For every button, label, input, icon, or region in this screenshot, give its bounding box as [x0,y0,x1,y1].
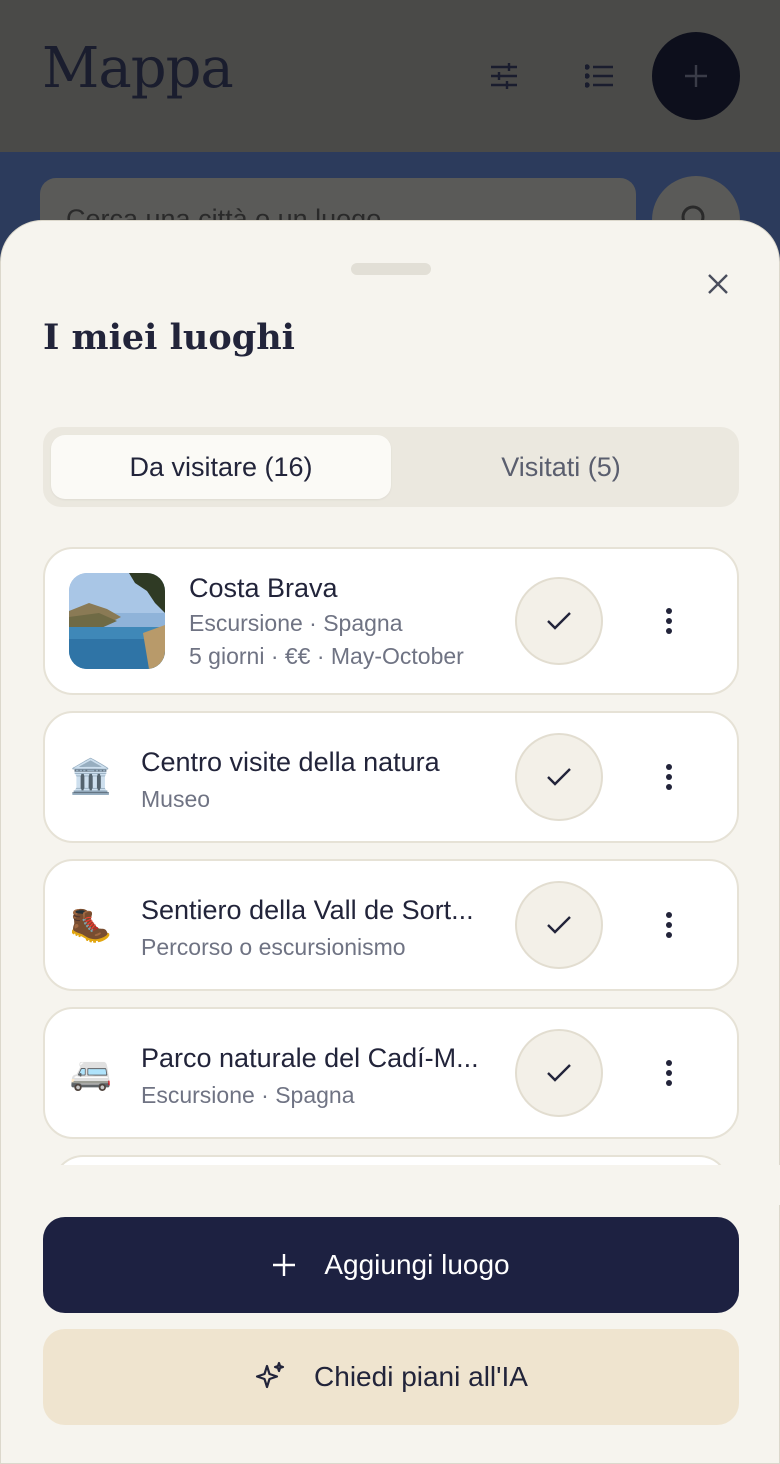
hiking-boot-icon: 🥾 [69,905,113,945]
places-bottom-sheet: I miei luoghi Da visitare (16) Visitati … [0,220,780,1464]
ask-ai-label: Chiedi piani all'IA [314,1361,528,1392]
sparkle-icon [255,1361,285,1389]
place-card[interactable]: 🚐 Parco naturale del Cadí-M... Escursion… [43,1007,739,1139]
checkmark-icon [547,916,571,934]
place-photo-thumbnail [69,573,165,669]
plus-icon [273,1254,296,1276]
add-place-label: Aggiungi luogo [324,1249,510,1280]
place-name: Parco naturale del Cadí-M... [141,1043,479,1073]
place-category: Museo [141,786,211,812]
place-category: Percorso o escursionismo [141,934,406,960]
place-category: Escursione · Spagna [189,610,403,636]
checkmark-icon [547,1064,571,1082]
more-options-button[interactable] [649,905,689,945]
close-button[interactable] [695,261,741,307]
place-details: 5 giorni · €€ · May-October [189,643,464,669]
place-name: Sentiero della Vall de Sort... [141,895,474,925]
sheet-title: I miei luoghi [43,317,295,358]
tab-visited[interactable]: Visitati (5) [391,435,731,499]
tab-to-visit[interactable]: Da visitare (16) [51,435,391,499]
drag-handle[interactable] [351,263,431,275]
more-vertical-icon [666,608,672,634]
tab-bar: Da visitare (16) Visitati (5) [43,427,739,507]
more-vertical-icon [666,764,672,790]
filter-sliders-icon[interactable] [484,56,524,96]
more-options-button[interactable] [649,601,689,641]
place-name: Costa Brava [189,573,338,603]
app-title: Mappa [42,36,234,101]
checkmark-icon [547,612,571,630]
ask-ai-button[interactable]: Chiedi piani all'IA [43,1329,739,1425]
mark-visited-button[interactable] [515,733,603,821]
museum-icon: 🏛️ [69,757,113,797]
place-category: Escursione · Spagna [141,1082,355,1108]
add-place-button[interactable]: Aggiungi luogo [43,1217,739,1313]
close-icon [708,274,728,294]
mark-visited-button[interactable] [515,577,603,665]
list-fade [1,1165,780,1205]
more-options-button[interactable] [649,757,689,797]
list-icon[interactable] [580,56,620,96]
mark-visited-button[interactable] [515,881,603,969]
more-options-button[interactable] [649,1053,689,1093]
checkmark-icon [547,768,571,786]
place-card[interactable]: 🥾 Sentiero della Vall de Sort... Percors… [43,859,739,991]
plus-icon [685,65,707,87]
more-vertical-icon [666,1060,672,1086]
minibus-icon: 🚐 [69,1053,113,1093]
place-name: Centro visite della natura [141,747,440,777]
top-bar: Mappa [0,0,780,152]
place-card[interactable]: Costa Brava Escursione · Spagna 5 giorni… [43,547,739,695]
mark-visited-button[interactable] [515,1029,603,1117]
add-fab-button[interactable] [652,32,740,120]
more-vertical-icon [666,912,672,938]
place-card[interactable]: 🏛️ Centro visite della natura Museo [43,711,739,843]
